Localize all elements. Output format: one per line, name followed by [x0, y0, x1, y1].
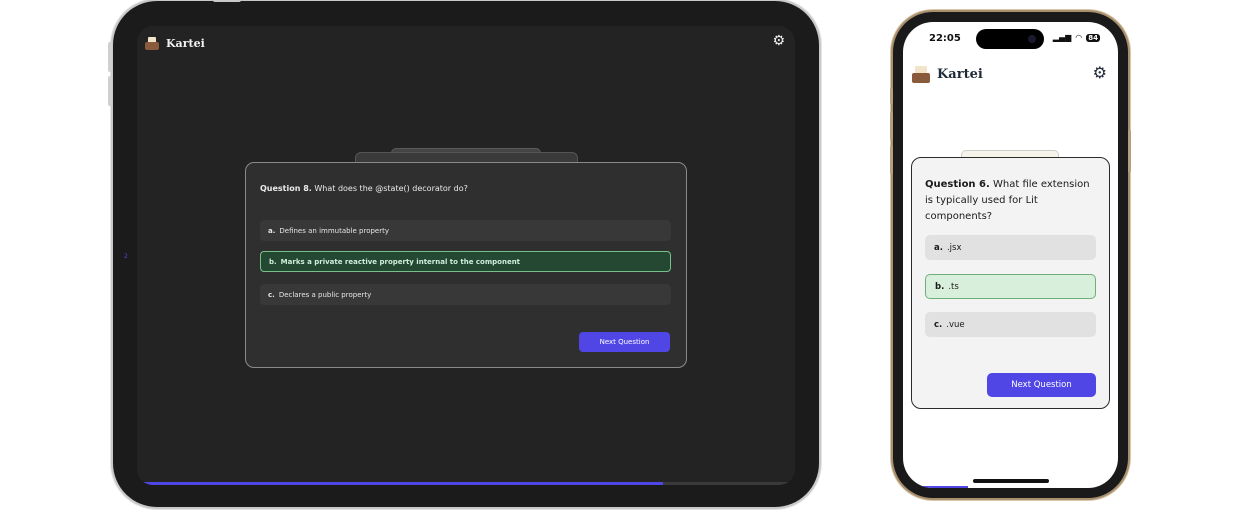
option-text: .vue [946, 319, 965, 330]
answer-option-a[interactable]: a. .jsx [925, 235, 1096, 260]
option-letter: b. [935, 281, 945, 292]
app-brand[interactable]: Kartei [912, 66, 983, 83]
app-brand[interactable]: Kartei [145, 37, 205, 50]
option-letter: c. [934, 319, 943, 330]
quiz-card: Question 6. What file extension is typic… [911, 157, 1110, 409]
next-question-button[interactable]: Next Question [579, 332, 670, 352]
card-box-icon [912, 66, 930, 83]
question-number: Question 6. [925, 179, 990, 190]
answer-option-b[interactable]: b. Marks a private reactive property int… [260, 251, 671, 272]
option-text: .jsx [946, 242, 962, 253]
answer-option-c[interactable]: c. .vue [925, 312, 1096, 337]
signal-icon: ▂▄▆ [1052, 33, 1072, 42]
gear-icon[interactable]: ⚙ [772, 34, 785, 48]
phone-silent-switch [890, 88, 893, 104]
question-text: Question 6. What file extension is typic… [925, 177, 1097, 225]
card-box-icon [145, 37, 159, 50]
answer-option-a[interactable]: a. Defines an immutable property [260, 220, 671, 241]
option-text: .ts [948, 281, 959, 292]
home-indicator[interactable] [973, 479, 1049, 483]
answer-option-b[interactable]: b. .ts [925, 274, 1096, 299]
option-letter: a. [934, 242, 943, 253]
page-indicator: 2 [124, 253, 128, 260]
phone-screen: 22:05 ▂▄▆ ◠ 84 Kartei ⚙ Question 6. What… [903, 22, 1118, 488]
status-icons: ▂▄▆ ◠ 84 [1053, 33, 1100, 42]
progress-fill [903, 486, 968, 488]
phone-volume-up-button [890, 112, 893, 140]
dynamic-island [976, 29, 1044, 49]
app-name: Kartei [166, 37, 205, 50]
battery-icon: 84 [1086, 33, 1100, 42]
next-question-button[interactable]: Next Question [987, 373, 1096, 397]
progress-bar [903, 486, 1118, 488]
answer-option-c[interactable]: c. Declares a public property [260, 284, 671, 305]
option-letter: c. [268, 290, 275, 299]
question-text: Question 8. What does the @state() decor… [260, 184, 468, 193]
phone-volume-down-button [890, 146, 893, 174]
tablet-volume-down-button [108, 76, 112, 106]
tablet-top-button [213, 0, 241, 2]
option-letter: a. [268, 226, 276, 235]
option-letter: b. [269, 257, 277, 266]
progress-fill [137, 482, 664, 485]
option-text: Declares a public property [278, 290, 372, 299]
option-text: Marks a private reactive property intern… [280, 257, 521, 266]
progress-bar [137, 482, 795, 485]
option-text: Defines an immutable property [279, 226, 390, 235]
question-body: What does the @state() decorator do? [314, 184, 468, 193]
question-number: Question 8. [260, 184, 312, 193]
tablet-screen: Kartei ⚙ Question 8. What does the @stat… [137, 26, 795, 485]
app-name: Kartei [937, 67, 983, 82]
gear-icon[interactable]: ⚙ [1093, 65, 1107, 81]
phone-power-button [1128, 130, 1131, 172]
quiz-card: Question 8. What does the @state() decor… [245, 162, 687, 368]
status-time: 22:05 [929, 33, 961, 44]
tablet-volume-up-button [108, 42, 112, 72]
wifi-icon: ◠ [1075, 33, 1083, 42]
